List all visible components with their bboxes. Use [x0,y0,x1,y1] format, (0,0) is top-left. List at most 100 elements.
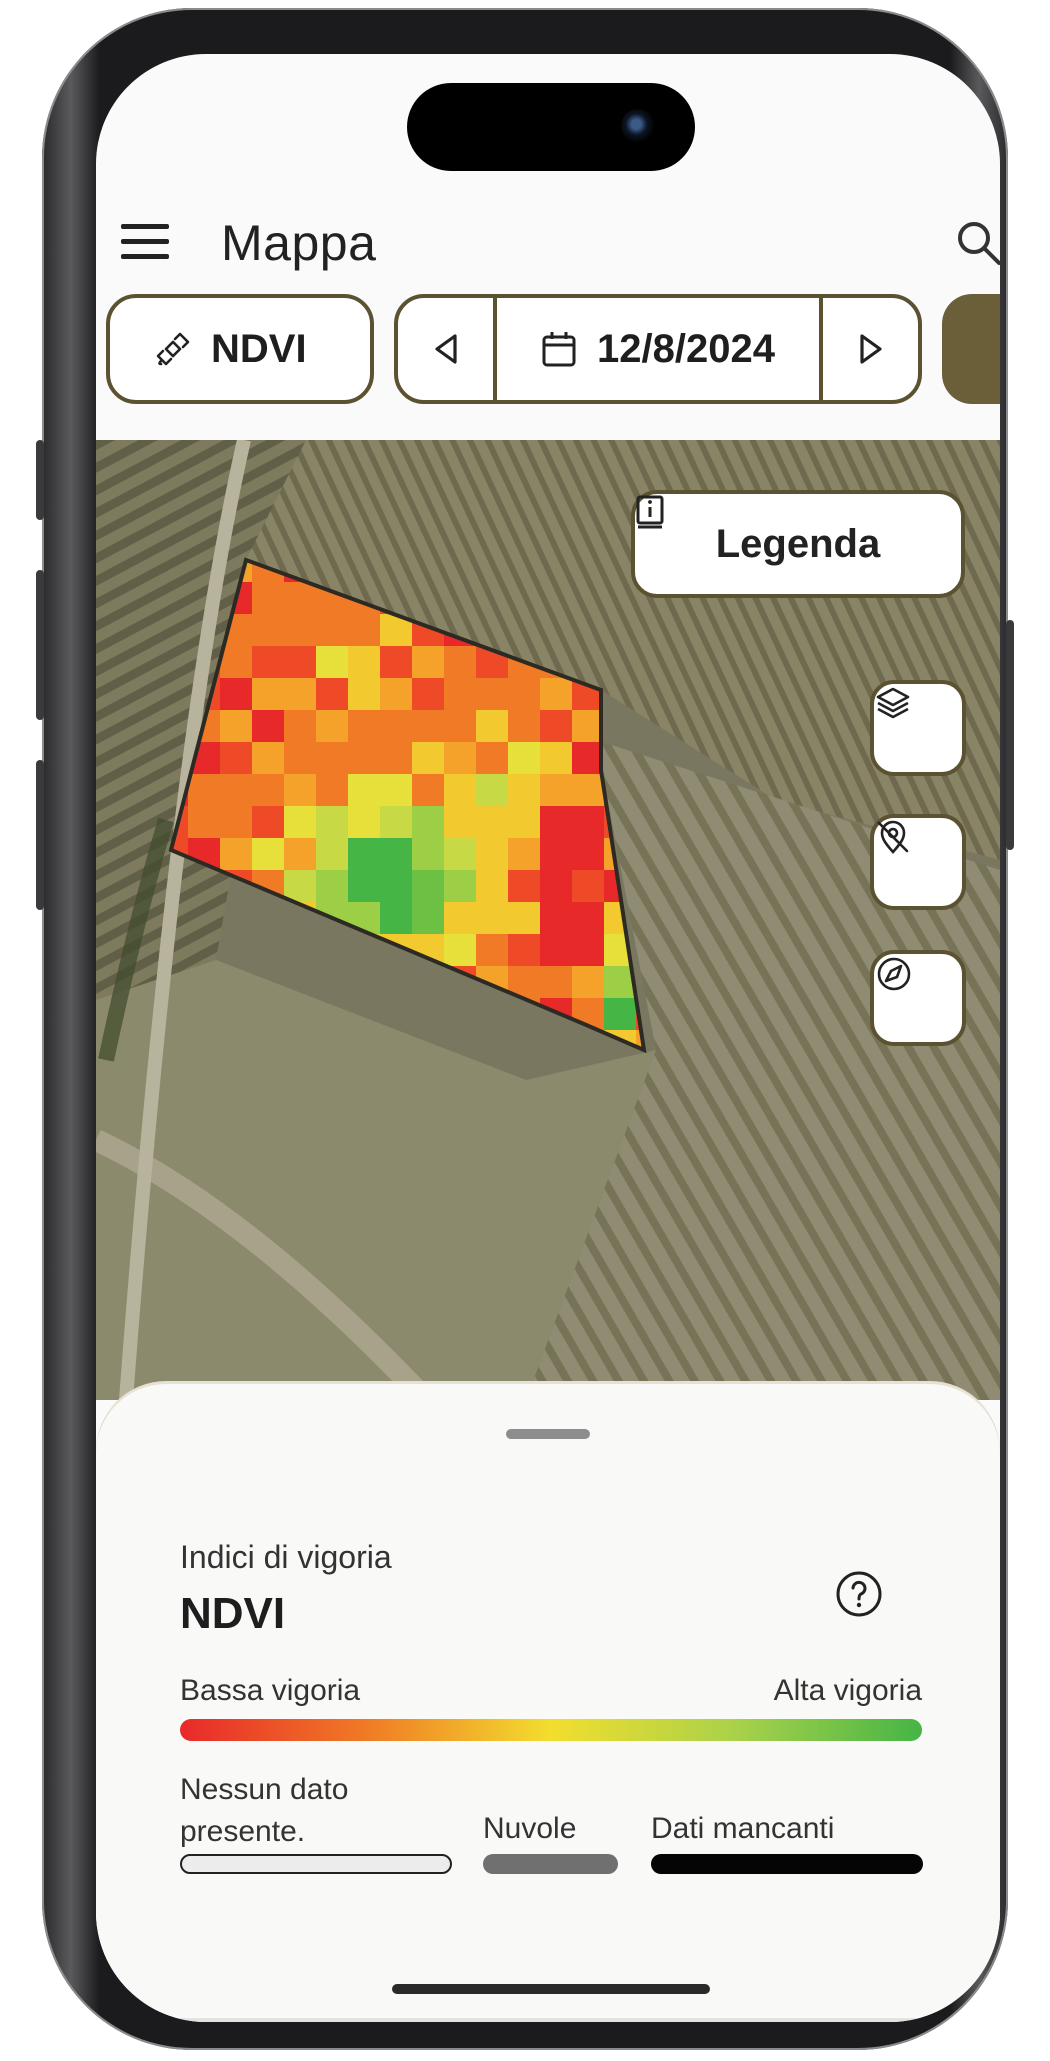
ndvi-cell [220,710,253,743]
ndvi-cell [220,806,253,839]
search-icon[interactable] [954,218,1000,268]
ndvi-cell [284,838,317,871]
sheet-drag-handle[interactable] [506,1429,590,1439]
ndvi-cell [444,902,477,935]
ndvi-cell [444,838,477,871]
ndvi-cell [572,934,605,967]
high-vigor-label: Alta vigoria [773,1674,922,1707]
ndvi-cell [316,838,349,871]
toggle-visibility-button[interactable] [870,814,966,910]
compass-button[interactable] [870,950,966,1046]
ndvi-cell [508,678,541,711]
ndvi-cell [412,774,445,807]
index-selector-button[interactable]: NDVI [106,294,374,404]
ndvi-cell [508,710,541,743]
ndvi-cell [476,838,509,871]
low-vigor-label: Bassa vigoria [180,1674,361,1707]
calendar-icon [542,332,576,367]
ndvi-cell [348,742,381,775]
ndvi-cell [572,870,605,903]
legend-index-name: NDVI [180,1589,286,1638]
satellite-map[interactable]: Legenda [96,440,1000,1400]
ndvi-cell [252,806,285,839]
no-data-label: Nessun dato presente. [180,1773,349,1848]
more-filters-button[interactable] [942,294,1000,404]
ndvi-cell [540,934,573,967]
phone-volume-up-button [36,570,44,720]
ndvi-cell [220,678,253,711]
layers-icon [876,687,910,719]
ndvi-cell [348,838,381,871]
ndvi-cell [540,774,573,807]
ndvi-cell [444,678,477,711]
hamburger-menu-icon[interactable] [121,224,169,260]
ndvi-cell [348,774,381,807]
ndvi-cell [540,902,573,935]
selected-date: 12/8/2024 [597,326,775,371]
ndvi-cell [252,774,285,807]
ndvi-cell [444,646,477,679]
ndvi-cell [444,870,477,903]
ndvi-cell [572,774,605,807]
ndvi-cell [252,646,285,679]
next-date-button[interactable] [823,298,918,400]
ndvi-cell [252,582,285,615]
ndvi-cell [444,710,477,743]
ndvi-cell [316,710,349,743]
ndvi-cell [316,742,349,775]
previous-date-button[interactable] [398,298,493,400]
triangle-left-icon [434,334,457,364]
satellite-icon [156,332,190,366]
ndvi-cell [380,710,413,743]
phone-power-button [1006,620,1014,850]
ndvi-cell [188,806,221,839]
missing-data-label: Dati mancanti [651,1812,835,1845]
date-selector: 12/8/2024 [394,294,922,404]
phone-action-button [36,440,44,520]
legend-button[interactable]: Legenda [631,490,965,598]
ndvi-cell [348,614,381,647]
ndvi-cell [540,710,573,743]
ndvi-cell [508,742,541,775]
ndvi-cell [284,678,317,711]
ndvi-cell [348,870,381,903]
ndvi-cell [476,934,509,967]
ndvi-cell [284,774,317,807]
ndvi-cell [412,902,445,935]
ndvi-cell [316,806,349,839]
ndvi-cell [444,934,477,967]
ndvi-cell [572,966,605,999]
ndvi-cell [284,806,317,839]
ndvi-cell [476,870,509,903]
ndvi-cell [508,870,541,903]
layers-button[interactable] [870,680,966,776]
ndvi-cell [508,934,541,967]
ndvi-cell [476,678,509,711]
ndvi-cell [316,646,349,679]
ndvi-cell [540,870,573,903]
ndvi-cell [380,742,413,775]
ndvi-cell [252,838,285,871]
ndvi-cell [380,646,413,679]
legend-button-label: Legenda [715,521,881,566]
ndvi-cell [604,998,637,1031]
dynamic-island [407,83,695,171]
vigor-gradient-bar [180,1719,922,1741]
no-data-swatch [180,1854,452,1874]
ndvi-cell [284,646,317,679]
clouds-swatch [483,1854,618,1874]
help-circle-icon[interactable] [834,1569,884,1619]
ndvi-cell [444,774,477,807]
ndvi-cell [188,774,221,807]
date-picker-button[interactable]: 12/8/2024 [493,298,823,400]
ndvi-cell [380,678,413,711]
index-selector-label: NDVI [211,326,307,371]
ndvi-cell [380,902,413,935]
home-indicator[interactable] [392,1984,710,1994]
camera-lens [621,109,655,143]
ndvi-cell [444,742,477,775]
ndvi-cell [540,806,573,839]
ndvi-cell [572,838,605,871]
ndvi-cell [348,646,381,679]
ndvi-cell [252,710,285,743]
